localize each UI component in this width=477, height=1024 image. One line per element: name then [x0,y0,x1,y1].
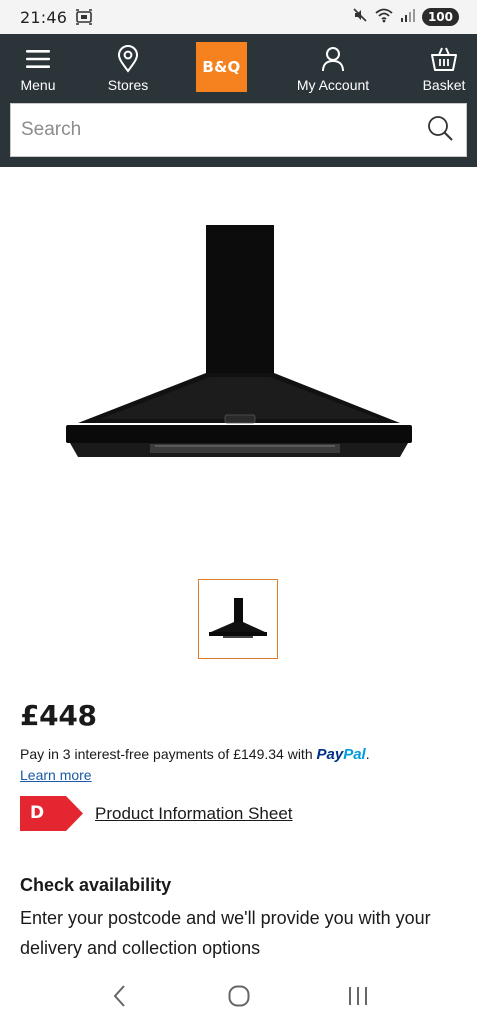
home-icon[interactable] [219,976,259,1016]
energy-rating-badge[interactable]: D [20,796,83,831]
product-price: £448 [20,699,97,732]
basket-label: Basket [422,76,466,93]
location-pin-icon [117,44,139,73]
my-account-label: My Account [296,76,370,93]
paypal-offer: Pay in 3 interest-free payments of £149.… [20,746,370,763]
search-icon[interactable] [426,114,454,147]
recents-icon[interactable] [338,976,378,1016]
hamburger-icon [25,45,51,73]
search-box [10,103,467,157]
product-image[interactable] [60,195,416,475]
menu-button[interactable]: Menu [12,34,64,103]
site-header: Menu Stores B&Q My Account Basket [0,34,477,103]
mute-icon [352,7,368,28]
stores-button[interactable]: Stores [100,34,156,103]
status-time: 21:46 [20,7,68,27]
paypal-logo: PayPal [316,746,366,763]
search-band [0,103,477,167]
status-icons: 100 [352,7,459,28]
check-availability-description: Enter your postcode and we'll provide yo… [20,908,431,958]
user-icon [321,45,345,73]
bq-logo[interactable]: B&Q [196,42,247,92]
android-nav-bar [0,968,477,1024]
search-input[interactable] [21,119,426,141]
screen-record-icon [75,9,93,25]
battery-badge: 100 [421,8,459,26]
product-information-sheet-link[interactable]: Product Information Sheet [95,804,293,824]
menu-label: Menu [20,76,56,93]
wifi-icon [374,7,394,28]
back-icon[interactable] [100,976,140,1016]
learn-more-link[interactable]: Learn more [20,767,92,783]
basket-button[interactable]: Basket [417,34,471,103]
signal-icon [400,7,416,28]
energy-row: D Product Information Sheet [20,796,293,831]
check-availability-title: Check availability [20,875,172,895]
my-account-button[interactable]: My Account [290,34,376,103]
product-thumbnail[interactable] [198,579,278,659]
status-bar: 21:46 100 [0,0,477,34]
energy-rating-letter: D [30,803,45,823]
paypal-offer-text: Pay in 3 interest-free payments of £149.… [20,746,317,762]
stores-label: Stores [107,76,149,93]
basket-icon [430,45,458,73]
